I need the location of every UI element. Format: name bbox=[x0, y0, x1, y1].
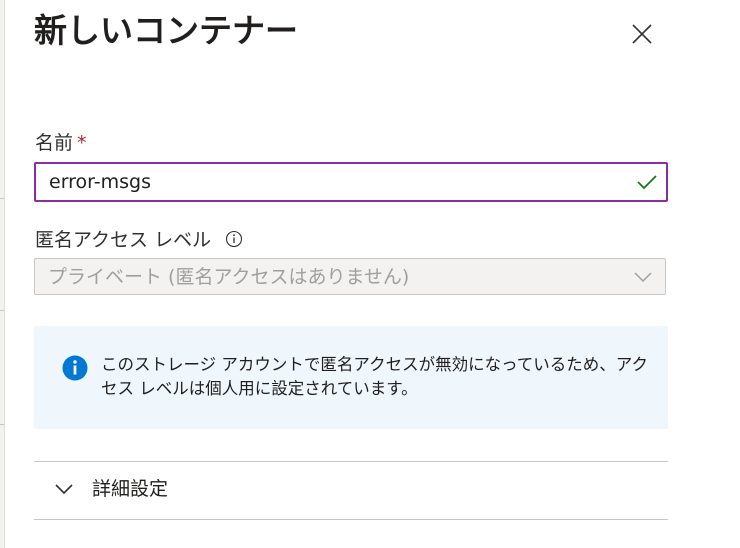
edge-divider bbox=[0, 198, 4, 199]
access-level-dropdown[interactable]: プライベート (匿名アクセスはありません) bbox=[34, 258, 666, 295]
close-icon bbox=[632, 24, 652, 44]
name-input[interactable] bbox=[36, 164, 629, 200]
info-circle-icon[interactable] bbox=[225, 230, 243, 248]
access-level-label-text: 匿名アクセス レベル bbox=[35, 229, 212, 251]
chevron-down-icon bbox=[634, 272, 652, 283]
required-marker: * bbox=[77, 132, 87, 154]
info-message-text: このストレージ アカウントで匿名アクセスが無効になっているため、アクセス レベル… bbox=[101, 355, 648, 398]
edge-divider bbox=[0, 424, 4, 425]
advanced-settings-label: 詳細設定 bbox=[92, 478, 169, 500]
name-field-label: 名前 * bbox=[35, 130, 87, 156]
background-panel-edge bbox=[0, 0, 5, 548]
access-level-selected-value: プライベート (匿名アクセスはありません) bbox=[48, 266, 410, 288]
panel-title: 新しいコンテナー bbox=[34, 11, 298, 50]
edge-divider bbox=[0, 310, 4, 311]
checkmark-icon bbox=[637, 175, 657, 190]
name-label-text: 名前 bbox=[35, 132, 74, 154]
section-divider-bottom bbox=[34, 519, 668, 520]
advanced-settings-toggle[interactable]: 詳細設定 bbox=[34, 462, 668, 519]
close-button[interactable] bbox=[626, 18, 658, 50]
info-message-bar: このストレージ アカウントで匿名アクセスが無効になっているため、アクセス レベル… bbox=[34, 326, 668, 429]
chevron-down-icon bbox=[55, 484, 73, 495]
name-input-container bbox=[34, 162, 668, 202]
access-level-label: 匿名アクセス レベル bbox=[35, 227, 243, 253]
info-filled-icon bbox=[62, 355, 88, 381]
